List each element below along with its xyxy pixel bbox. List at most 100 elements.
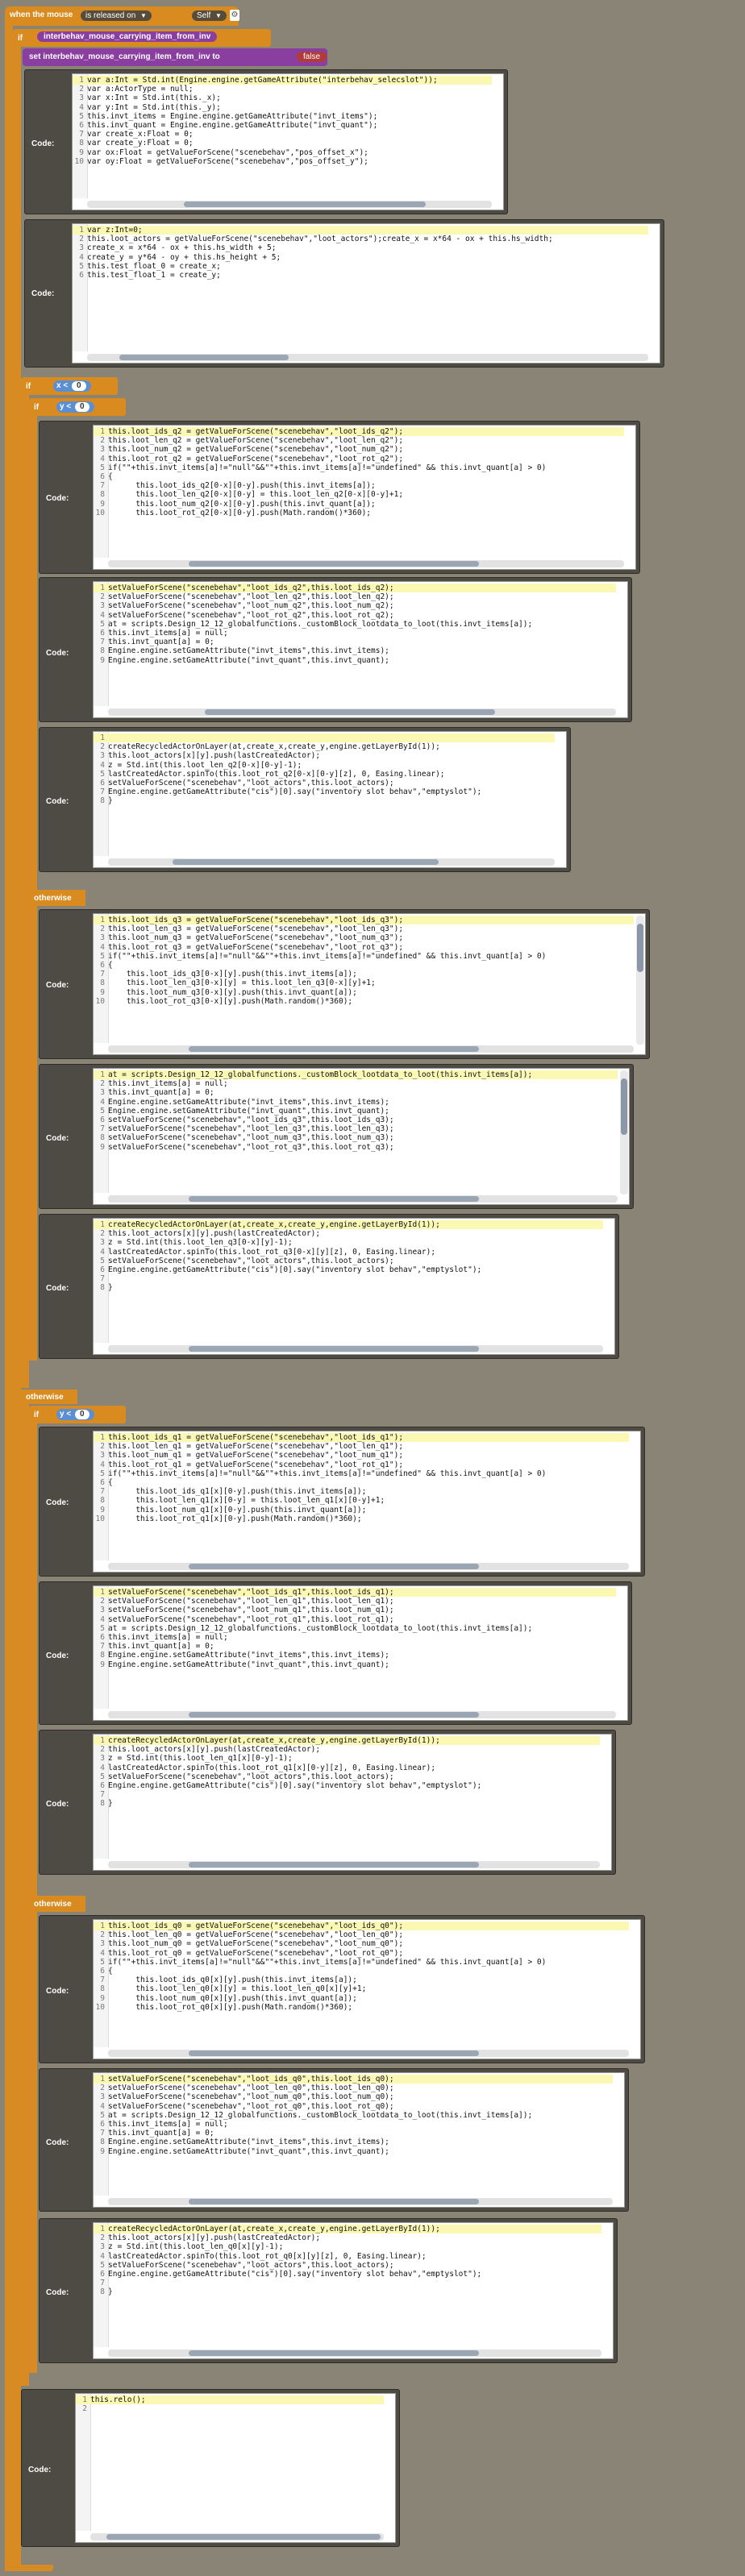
- horizontal-scrollbar[interactable]: [108, 1711, 616, 1718]
- code-line[interactable]: 6 Engine.engine.getGameAttribute("cis")[0…: [94, 1265, 603, 1274]
- code-block[interactable]: Code: 1 this.loot_ids_q3 = getValueForSce…: [39, 909, 650, 1059]
- code-line[interactable]: 5 setValueForScene("scenebehav","loot_act…: [94, 1772, 600, 1781]
- code-line[interactable]: 4 lastCreatedActor.spinTo(this.loot_rot_q…: [94, 2252, 601, 2261]
- code-editor[interactable]: 1 at = scripts.Design_12_12_globalfunctio…: [93, 1068, 630, 1205]
- code-line[interactable]: 9 setValueForScene("scenebehav","loot_rot…: [94, 1143, 618, 1152]
- code-line[interactable]: 8 this.loot_len_q0[x][y] = this.loot_len…: [94, 1984, 629, 1993]
- code-line[interactable]: 1 createRecycledActorOnLayer(at,create_x,…: [94, 1220, 603, 1230]
- code-line[interactable]: 5 at = scripts.Design_12_12_globalfunctio…: [94, 620, 616, 629]
- code-line[interactable]: 7 Engine.engine.getGameAttribute("cis")[0…: [94, 787, 555, 796]
- code-line[interactable]: 10 this.loot_rot_q1[x][0-y].push(Math.ra…: [94, 1514, 629, 1523]
- code-line[interactable]: 3 this.loot_num_q0 = getValueForScene("sc…: [94, 1939, 629, 1948]
- code-editor[interactable]: 1 setValueForScene("scenebehav","loot_ids…: [93, 1585, 628, 1721]
- code-line[interactable]: 7: [94, 1274, 603, 1283]
- code-line[interactable]: 5 setValueForScene("scenebehav","loot_act…: [94, 2261, 601, 2270]
- code-line[interactable]: 4 var y:Int = Std.int(this._y);: [73, 103, 492, 112]
- code-line[interactable]: 9 this.loot_num_q0[x][y].push(this.invt_…: [94, 1994, 629, 2003]
- code-block[interactable]: Code: 1 createRecycledActorOnLayer(at,cre…: [39, 2218, 618, 2363]
- code-line[interactable]: 3 this.loot_num_q1 = getValueForScene("sc…: [94, 1451, 629, 1460]
- code-line[interactable]: 5 at = scripts.Design_12_12_globalfunctio…: [94, 2111, 613, 2120]
- code-line[interactable]: 8 setValueForScene("scenebehav","loot_num…: [94, 1133, 618, 1142]
- code-line[interactable]: 8 this.loot_len_q3[0-x][y] = this.loot_l…: [94, 978, 634, 987]
- code-block[interactable]: Code: 1 createRecycledActorOnLayer(at,cre…: [39, 1730, 616, 1875]
- code-line[interactable]: 1 at = scripts.Design_12_12_globalfunctio…: [94, 1070, 618, 1080]
- code-line[interactable]: 1 this.loot_ids_q3 = getValueForScene("sc…: [94, 916, 634, 925]
- code-editor[interactable]: 1 createRecycledActorOnLayer(at,create_x,…: [93, 1218, 615, 1355]
- code-line[interactable]: 2 this.loot_actors[x][y].push(lastCreated…: [94, 1745, 600, 1754]
- otherwise-block-y[interactable]: otherwise: [29, 890, 85, 906]
- code-line[interactable]: 9 Engine.engine.setGameAttribute("invt_qu…: [94, 656, 616, 665]
- code-line[interactable]: 5 if(""+this.invt_items[a]!="null"&&""+th…: [94, 1469, 629, 1478]
- vertical-scrollbar[interactable]: [620, 1070, 628, 1195]
- code-line[interactable]: 2 setValueForScene("scenebehav","loot_len…: [94, 592, 616, 601]
- code-line[interactable]: 3z = Std.int(this.loot_len_q0[x][y]-1);: [94, 2242, 601, 2251]
- if-block-y-2[interactable]: if y < 0: [29, 1406, 126, 1423]
- code-line[interactable]: 1: [94, 733, 555, 743]
- boolean-false[interactable]: false: [297, 52, 327, 62]
- code-line[interactable]: 9 this.loot_num_q3[0-x][y].push(this.inv…: [94, 988, 634, 997]
- code-line[interactable]: 9 this.loot_num_q2[0-x][0-y].push(this.i…: [94, 500, 624, 509]
- code-line[interactable]: 10 var oy:Float = getValueForScene("scene…: [73, 157, 492, 166]
- code-line[interactable]: 2 this.loot_actors[x][y].push(lastCreated…: [94, 1229, 603, 1238]
- code-line[interactable]: 2 setValueForScene("scenebehav","loot_len…: [94, 1597, 616, 1606]
- code-block[interactable]: Code: 1 this.loot_ids_q1 = getValueForSce…: [39, 1427, 645, 1577]
- code-line[interactable]: 3 setValueForScene("scenebehav","loot_num…: [94, 2092, 613, 2101]
- code-block[interactable]: Code: 1 this.relo(); 2: [21, 2389, 400, 2547]
- horizontal-scrollbar[interactable]: [108, 1195, 618, 1203]
- code-line[interactable]: 3 this.invt_quant[a] = 0;: [94, 1088, 618, 1097]
- code-line[interactable]: 6 this.invt_items[a] = null;: [94, 2120, 613, 2129]
- attribute-condition[interactable]: interbehav_mouse_carrying_item_from_inv: [37, 31, 218, 42]
- code-block[interactable]: Code: 1 this.loot_ids_q2 = getValueForSce…: [39, 421, 640, 574]
- code-line[interactable]: 8 this.loot_len_q2[0-x][0-y] = this.loot…: [94, 490, 624, 499]
- code-line[interactable]: 5 if(""+this.invt_items[a]!="null"&&""+th…: [94, 952, 634, 961]
- horizontal-scrollbar[interactable]: [108, 2050, 629, 2057]
- if-block-y[interactable]: if y < 0: [29, 398, 126, 416]
- condition-y-lt-zero[interactable]: y < 0: [56, 1409, 94, 1420]
- code-editor[interactable]: 1 2 createRecycledActorOnLayer(at,create_x…: [93, 731, 567, 868]
- code-line[interactable]: 1 setValueForScene("scenebehav","loot_ids…: [94, 1588, 616, 1598]
- code-line[interactable]: 3z = Std.int(this.loot_len_q1[x][0-y]-1)…: [94, 1754, 600, 1763]
- code-line[interactable]: 2 var a:ActorType = null;: [73, 85, 492, 93]
- code-block[interactable]: Code: 1 setValueForScene("scenebehav","lo…: [39, 577, 632, 722]
- code-line[interactable]: 4 setValueForScene("scenebehav","loot_rot…: [94, 2102, 613, 2111]
- code-line[interactable]: 1 createRecycledActorOnLayer(at,create_x,…: [94, 2225, 601, 2234]
- otherwise-block-x[interactable]: otherwise: [21, 1390, 77, 1404]
- code-line[interactable]: 3 setValueForScene("scenebehav","loot_num…: [94, 1606, 616, 1614]
- code-line[interactable]: 3 this.loot_num_q3 = getValueForScene("sc…: [94, 933, 634, 942]
- horizontal-scrollbar[interactable]: [108, 708, 616, 716]
- horizontal-scrollbar[interactable]: [108, 2198, 613, 2205]
- code-line[interactable]: 7 this.loot_ids_q0[x][y].push(this.invt_…: [94, 1976, 629, 1984]
- horizontal-scrollbar[interactable]: [87, 201, 492, 208]
- code-line[interactable]: 6 Engine.engine.getGameAttribute("cis")[0…: [94, 2270, 601, 2279]
- code-line[interactable]: 7: [94, 1790, 600, 1799]
- code-line[interactable]: 2 this.invt_items[a] = null;: [94, 1079, 618, 1088]
- code-line[interactable]: 4 setValueForScene("scenebehav","loot_rot…: [94, 611, 616, 620]
- code-line[interactable]: 8 Engine.engine.setGameAttribute("invt_it…: [94, 646, 616, 655]
- code-line[interactable]: 4 this.loot_rot_q2 = getValueForScene("sc…: [94, 455, 624, 463]
- code-line[interactable]: 9 Engine.engine.setGameAttribute("invt_qu…: [94, 1660, 616, 1669]
- code-line[interactable]: 6 Engine.engine.getGameAttribute("cis")[0…: [94, 1781, 600, 1790]
- code-line[interactable]: 8}: [94, 796, 555, 805]
- code-line[interactable]: 3 setValueForScene("scenebehav","loot_num…: [94, 601, 616, 610]
- code-line[interactable]: 4 this.loot_rot_q1 = getValueForScene("sc…: [94, 1460, 629, 1469]
- code-block[interactable]: Code: 1 2 createRecycledActorOnLayer(at,cr…: [39, 727, 571, 872]
- horizontal-scrollbar[interactable]: [108, 1861, 600, 1868]
- code-line[interactable]: 10 this.loot_rot_q2[0-x][0-y].push(Math.…: [94, 509, 624, 517]
- horizontal-scrollbar[interactable]: [108, 1045, 634, 1053]
- code-block[interactable]: Code: 1 this.loot_ids_q0 = getValueForSce…: [39, 1915, 645, 2063]
- code-line[interactable]: 6 this.invt_items[a] = null;: [94, 629, 616, 638]
- code-line[interactable]: 5 this.invt_items = Engine.engine.getGame…: [73, 112, 492, 121]
- code-line[interactable]: 1 setValueForScene("scenebehav","loot_ids…: [94, 2075, 613, 2084]
- code-line[interactable]: 1 this.loot_ids_q2 = getValueForScene("sc…: [94, 427, 624, 437]
- horizontal-scrollbar[interactable]: [108, 1563, 629, 1570]
- code-line[interactable]: 1 setValueForScene("scenebehav","loot_ids…: [94, 584, 616, 593]
- code-block[interactable]: Code: 1 setValueForScene("scenebehav","lo…: [39, 2068, 629, 2212]
- code-line[interactable]: 2: [76, 2404, 384, 2413]
- code-line[interactable]: 4 setValueForScene("scenebehav","loot_rot…: [94, 1615, 616, 1624]
- code-block[interactable]: Code: 1 var z:Int=0; 2 this.loot_actors = g…: [24, 219, 664, 368]
- code-line[interactable]: 5 Engine.engine.setGameAttribute("invt_qu…: [94, 1107, 618, 1116]
- code-line[interactable]: 6{: [94, 1967, 629, 1976]
- code-line[interactable]: 6 setValueForScene("scenebehav","loot_act…: [94, 779, 555, 787]
- code-line[interactable]: 3 create_x = x*64 - ox + this.hs_width + …: [73, 243, 648, 252]
- code-editor[interactable]: 1 setValueForScene("scenebehav","loot_ids…: [93, 581, 628, 718]
